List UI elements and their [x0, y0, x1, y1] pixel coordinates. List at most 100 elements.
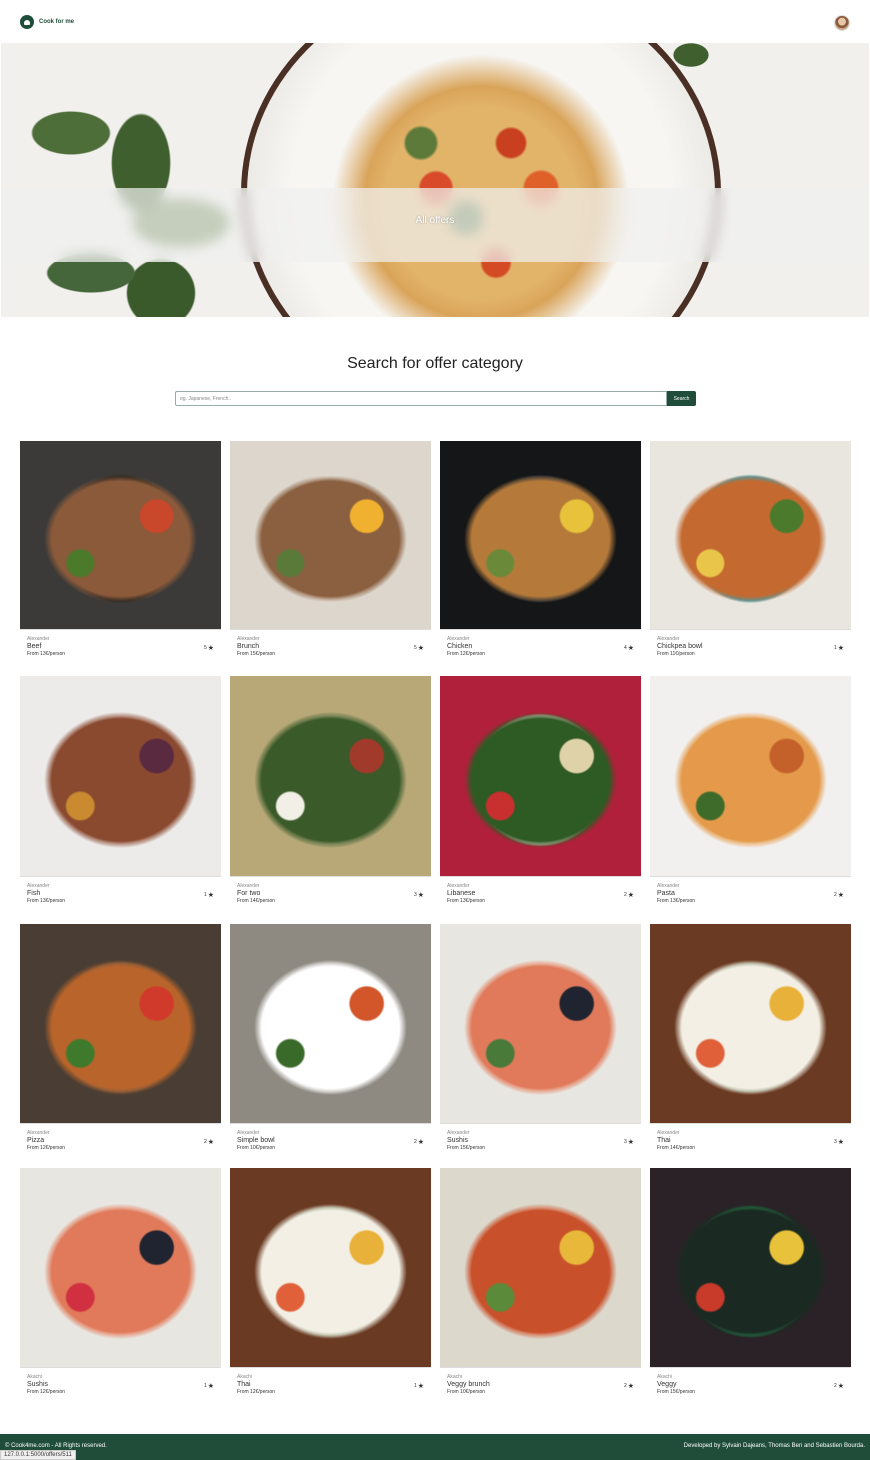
- offer-rating-value: 4: [623, 645, 627, 651]
- offer-image: [650, 676, 851, 877]
- offer-card-body: Akachi Thai From 12€/person 1 ★: [230, 1368, 431, 1402]
- offer-rating: 2 ★: [834, 1382, 844, 1390]
- offer-image: [230, 676, 431, 877]
- offer-card-body: Alexander Chickpea bowl From 11€/person 1 ★: [650, 630, 851, 664]
- offer-rating: 5 ★: [204, 644, 214, 652]
- offer-rating-value: 2: [623, 1383, 627, 1389]
- offer-rating-value: 2: [833, 1383, 837, 1389]
- search-button[interactable]: Search: [667, 391, 696, 406]
- offer-image: [440, 1168, 641, 1368]
- offer-card[interactable]: Alexander Beef From 13€/person 5 ★: [20, 441, 221, 664]
- offer-image: [230, 924, 431, 1124]
- search-form: Search: [175, 391, 696, 406]
- search-input[interactable]: [175, 391, 667, 406]
- offer-price: From 10€/person: [447, 1389, 486, 1395]
- offer-card[interactable]: Alexander Sushis From 15€/person 3 ★: [440, 924, 641, 1158]
- navbar: Cook for me: [0, 0, 870, 44]
- offer-card-body: Alexander For two From 14€/person 3 ★: [230, 877, 431, 911]
- offer-card[interactable]: Alexander Brunch From 15€/person 5 ★: [230, 441, 431, 664]
- offer-card-body: Akachi Sushis From 12€/person 1 ★: [20, 1368, 221, 1402]
- offer-rating-value: 1: [203, 892, 207, 898]
- search-section-title: Search for offer category: [347, 355, 523, 372]
- offer-price: From 13€/person: [657, 898, 696, 904]
- offer-rating-value: 1: [203, 1383, 207, 1389]
- offer-card[interactable]: Alexander Chicken From 12€/person 4 ★: [440, 441, 641, 664]
- offer-rating-value: 5: [413, 645, 417, 651]
- offer-card-body: Alexander Pizza From 12€/person 2 ★: [20, 1124, 221, 1158]
- star-icon: ★: [837, 645, 844, 652]
- offer-card[interactable]: Alexander Fish From 13€/person 1 ★: [20, 676, 221, 911]
- offer-rating: 1 ★: [204, 1382, 214, 1390]
- offer-card[interactable]: Alexander Libanese From 13€/person 2 ★: [440, 676, 641, 911]
- offer-image: [230, 1168, 431, 1368]
- offer-card[interactable]: Alexander Thai From 14€/person 3 ★: [650, 924, 851, 1158]
- offer-card-body: Alexander Simple bowl From 10€/person 2 ★: [230, 1124, 431, 1158]
- offer-rating: 2 ★: [624, 891, 634, 899]
- offer-card[interactable]: Alexander For two From 14€/person 3 ★: [230, 676, 431, 911]
- star-icon: ★: [627, 645, 634, 652]
- offer-name: Pasta: [657, 890, 675, 897]
- offer-name: Libanese: [447, 890, 476, 897]
- offer-price: From 13€/person: [447, 898, 486, 904]
- offer-rating-value: 1: [833, 645, 837, 651]
- offer-card[interactable]: Alexander Chickpea bowl From 11€/person 1 ★: [650, 441, 851, 664]
- offer-card[interactable]: Alexander Simple bowl From 10€/person 2 ★: [230, 924, 431, 1158]
- offer-card-body: Akachi Veggy From 15€/person 2 ★: [650, 1368, 851, 1402]
- star-icon: ★: [837, 1139, 844, 1146]
- offer-card[interactable]: Akachi Veggy brunch From 10€/person 2 ★: [440, 1168, 641, 1402]
- status-bar-url: 127.0.0.1:5000/offers/511: [0, 1450, 76, 1460]
- hero-banner: All offers: [1, 43, 869, 317]
- offer-name: Chicken: [447, 643, 473, 650]
- offer-card[interactable]: Alexander Pasta From 13€/person 2 ★: [650, 676, 851, 911]
- offer-rating-value: 2: [413, 1139, 417, 1145]
- offer-image: [230, 441, 431, 630]
- offer-rating: 3 ★: [834, 1138, 844, 1146]
- offer-image: [440, 441, 641, 630]
- star-icon: ★: [207, 1139, 214, 1146]
- hero-leaf-image: [671, 43, 711, 83]
- offer-image: [650, 1168, 851, 1368]
- offer-image: [20, 924, 221, 1124]
- offer-name: Veggy brunch: [447, 1381, 490, 1388]
- offer-card-body: Alexander Beef From 13€/person 5 ★: [20, 630, 221, 664]
- star-icon: ★: [417, 892, 424, 899]
- hero-title: All offers: [415, 215, 455, 226]
- offer-rating: 3 ★: [414, 891, 424, 899]
- offer-rating-value: 2: [203, 1139, 207, 1145]
- offer-rating: 1 ★: [834, 644, 844, 652]
- offer-rating-value: 1: [413, 1383, 417, 1389]
- offer-rating-value: 3: [833, 1139, 837, 1145]
- footer-copyright: © Cook4me.com - All Rights reserved.: [5, 1443, 107, 1449]
- offer-card[interactable]: Akachi Sushis From 12€/person 1 ★: [20, 1168, 221, 1402]
- offer-rating: 5 ★: [414, 644, 424, 652]
- footer: © Cook4me.com - All Rights reserved. Dev…: [0, 1434, 870, 1460]
- star-icon: ★: [627, 1383, 634, 1390]
- offer-card[interactable]: Akachi Veggy From 15€/person 2 ★: [650, 1168, 851, 1402]
- offer-rating: 4 ★: [624, 644, 634, 652]
- offer-price: From 12€/person: [27, 1389, 66, 1395]
- offer-rating: 3 ★: [624, 1138, 634, 1146]
- offer-price: From 12€/person: [27, 1145, 66, 1151]
- offer-rating-value: 3: [623, 1139, 627, 1145]
- star-icon: ★: [627, 892, 634, 899]
- offer-name: Fish: [27, 890, 41, 897]
- offer-image: [440, 676, 641, 877]
- offer-rating: 2 ★: [414, 1138, 424, 1146]
- offer-rating: 2 ★: [204, 1138, 214, 1146]
- footer-credits: Developed by Sylvain Dajeans, Thomas Ben…: [683, 1443, 865, 1449]
- offer-name: Brunch: [237, 643, 260, 650]
- offer-image: [650, 924, 851, 1124]
- brand-link[interactable]: Cook for me: [20, 15, 74, 29]
- offer-card[interactable]: Alexander Pizza From 12€/person 2 ★: [20, 924, 221, 1158]
- offer-price: From 12€/person: [237, 1389, 276, 1395]
- offer-name: For two: [237, 890, 261, 897]
- offer-card-body: Alexander Fish From 13€/person 1 ★: [20, 877, 221, 911]
- offer-card[interactable]: Akachi Thai From 12€/person 1 ★: [230, 1168, 431, 1402]
- star-icon: ★: [207, 645, 214, 652]
- user-avatar[interactable]: [834, 15, 850, 31]
- offer-rating-value: 2: [623, 892, 627, 898]
- offer-name: Thai: [657, 1137, 671, 1144]
- offer-card-body: Akachi Veggy brunch From 10€/person 2 ★: [440, 1368, 641, 1402]
- offer-price: From 14€/person: [237, 898, 276, 904]
- offer-image: [20, 676, 221, 877]
